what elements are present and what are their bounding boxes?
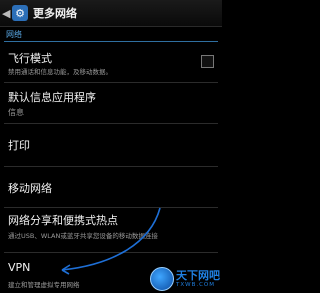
list-item-tethering[interactable]: 网络分享和便携式热点 通过USB、WLAN或蓝牙共享您设备的移动数据连接 <box>0 208 222 250</box>
default-messaging-title: 默认信息应用程序 <box>8 91 96 104</box>
list-item-default-messaging[interactable]: 默认信息应用程序 信息 <box>0 83 222 123</box>
action-bar: ◀ ⚙ 更多网络 <box>0 0 222 27</box>
back-icon[interactable]: ◀ <box>2 7 10 20</box>
vpn-title: VPN <box>8 261 31 274</box>
watermark-logo <box>150 267 174 291</box>
print-title: 打印 <box>8 139 30 152</box>
settings-app-icon[interactable]: ⚙ <box>12 5 28 21</box>
vpn-subtitle: 建立和管理虚拟专用网络 <box>8 281 80 289</box>
list-item-print[interactable]: 打印 <box>0 124 222 166</box>
section-header: 网络 <box>6 30 22 39</box>
list-item-airplane-mode[interactable]: 飞行模式 禁用通话和信息功能，及移动数据。 <box>0 44 222 82</box>
section-divider <box>4 41 218 42</box>
list-item-mobile-network[interactable]: 移动网络 <box>0 167 222 207</box>
watermark-url: TXWB.COM <box>176 281 216 288</box>
page-title: 更多网络 <box>33 7 77 20</box>
airplane-mode-title: 飞行模式 <box>8 52 52 65</box>
tethering-title: 网络分享和便携式热点 <box>8 214 118 227</box>
mobile-network-title: 移动网络 <box>8 182 52 195</box>
tethering-subtitle: 通过USB、WLAN或蓝牙共享您设备的移动数据连接 <box>8 232 158 240</box>
airplane-mode-subtitle: 禁用通话和信息功能，及移动数据。 <box>8 68 112 76</box>
airplane-mode-checkbox[interactable] <box>201 55 214 68</box>
watermark: 天下网吧 TXWB.COM <box>150 267 220 291</box>
watermark-text: 天下网吧 <box>176 268 220 282</box>
default-messaging-subtitle: 信息 <box>8 108 24 117</box>
